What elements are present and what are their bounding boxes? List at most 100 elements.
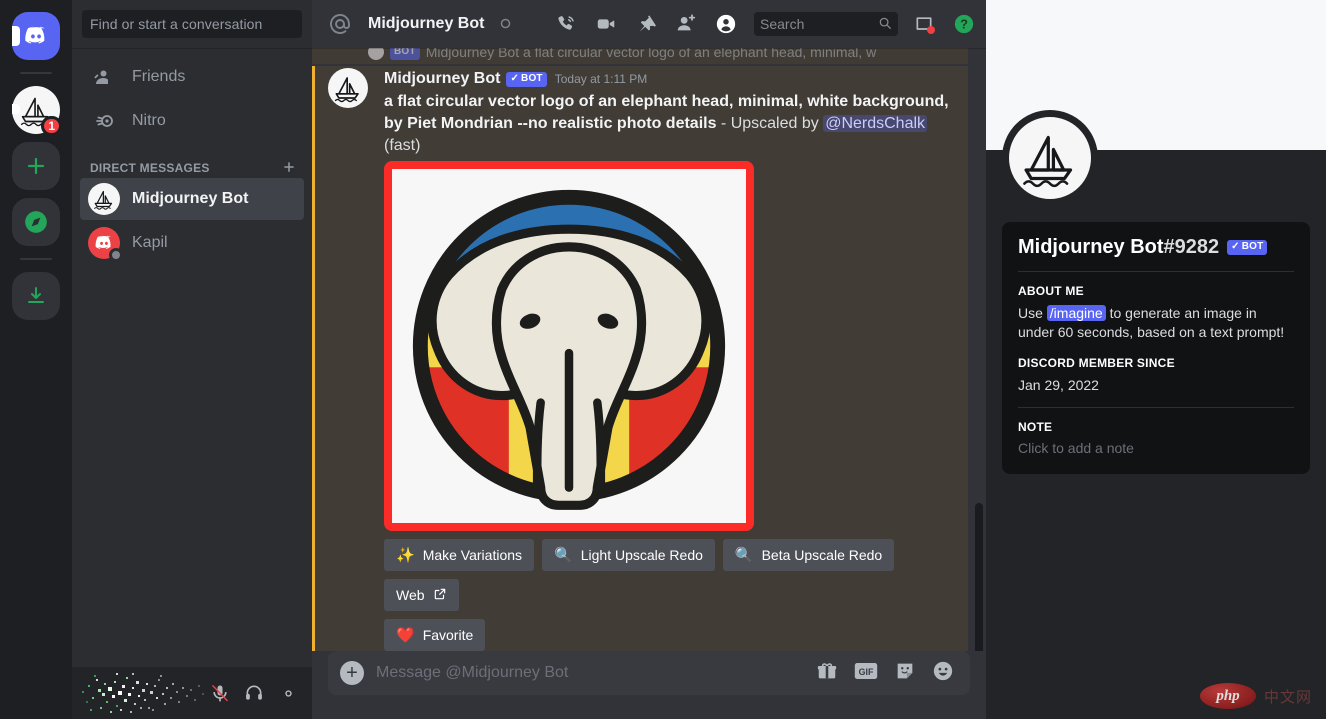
search-input[interactable]: Search: [754, 12, 898, 36]
sparkles-icon: ✨: [396, 546, 415, 564]
profile-discriminator: #9282: [1163, 236, 1220, 258]
reply-reference-partial: BOT Midjourney Bot a flat circular vecto…: [312, 48, 968, 64]
create-dm-plus-icon[interactable]: [282, 160, 296, 177]
reply-reference-text: Midjourney Bot a flat circular vector lo…: [425, 48, 877, 60]
sidebar-item-nitro[interactable]: Nitro: [80, 100, 304, 142]
dm-item-midjourney-bot[interactable]: Midjourney Bot: [80, 178, 304, 220]
server-rail: 1: [0, 0, 72, 719]
message-scroller[interactable]: BOT Midjourney Bot a flat circular vecto…: [312, 48, 986, 651]
reply-avatar: [368, 48, 384, 60]
message-scrollbar-thumb[interactable]: [975, 503, 983, 651]
person-add-icon[interactable]: [672, 12, 700, 36]
profile-card: Midjourney Bot#9282 ✓ BOT ABOUT ME Use /…: [1002, 222, 1310, 474]
dm-item-label: Midjourney Bot: [132, 190, 249, 207]
friends-icon: [88, 65, 120, 89]
server-rail-item-explore[interactable]: [12, 198, 60, 246]
at-icon: [328, 12, 352, 36]
profile-name-row: Midjourney Bot#9282 ✓ BOT: [1018, 236, 1294, 259]
svg-text:GIF: GIF: [859, 667, 874, 677]
composer-icons: GIF: [816, 660, 954, 687]
headphones-icon[interactable]: [238, 677, 270, 709]
dm-item-label: Kapil: [132, 234, 168, 251]
make-variations-button[interactable]: ✨ Make Variations: [384, 539, 535, 571]
elephant-logo-image: [412, 189, 726, 510]
bot-tag-label: BOT: [1241, 241, 1264, 252]
member-since-label: DISCORD MEMBER SINCE: [1018, 355, 1175, 370]
attachment-container: [384, 161, 952, 531]
inbox-icon[interactable]: [910, 12, 938, 36]
page-title: Midjourney Bot: [368, 15, 485, 32]
sidebar-item-friends[interactable]: Friends: [80, 56, 304, 98]
note-label: NOTE: [1018, 419, 1053, 434]
upscaled-by-text: - Upscaled by: [716, 115, 824, 132]
sticker-icon[interactable]: [894, 660, 916, 687]
attachment-image[interactable]: [384, 161, 754, 531]
video-camera-icon[interactable]: [592, 12, 620, 36]
avatar[interactable]: [1002, 110, 1098, 206]
gift-icon[interactable]: [816, 660, 838, 687]
inbox-unread-dot: [927, 26, 935, 34]
emoji-icon[interactable]: [932, 660, 954, 687]
about-pre: Use: [1018, 305, 1047, 321]
message-composer[interactable]: + Message @Midjourney Bot GIF: [328, 651, 970, 695]
rail-divider-2: [20, 258, 52, 260]
about-me-label: ABOUT ME: [1018, 284, 1084, 298]
server-rail-item-home[interactable]: [12, 12, 60, 60]
avatar[interactable]: [328, 68, 368, 108]
download-icon[interactable]: [12, 272, 60, 320]
plus-circle-icon[interactable]: +: [328, 651, 376, 695]
channel-header: Midjourney Bot Search ?: [312, 0, 986, 48]
pin-icon[interactable]: [632, 12, 660, 36]
user-profile-icon[interactable]: [712, 12, 740, 36]
beta-upscale-redo-button[interactable]: 🔍 Beta Upscale Redo: [722, 539, 895, 571]
check-icon: ✓: [510, 72, 520, 84]
favorite-button[interactable]: ❤️ Favorite: [384, 619, 486, 651]
watermark-brand: php: [1199, 683, 1256, 709]
user-mention[interactable]: @NerdsChalk: [823, 115, 928, 132]
discord-window: 1 Find or start a conversation Friends N…: [0, 0, 1326, 719]
home-active-pill: [12, 26, 20, 46]
server-rail-item-midjourney[interactable]: 1: [12, 86, 62, 136]
user-panel: [72, 667, 312, 719]
heart-icon: ❤️: [396, 626, 415, 644]
user-profile-panel: Midjourney Bot#9282 ✓ BOT ABOUT ME Use /…: [986, 0, 1326, 719]
server-rail-item-add-server[interactable]: [12, 142, 60, 190]
sidebar-item-label: Nitro: [132, 112, 166, 129]
reply-bot-tag: BOT: [390, 48, 420, 60]
external-link-icon: [433, 587, 447, 604]
offline-circle-icon: [500, 17, 511, 32]
button-label: Beta Upscale Redo: [761, 547, 883, 563]
compass-icon[interactable]: [12, 198, 60, 246]
message-midjourney-upscale: Midjourney Bot ✓ BOT Today at 1:11 PM a …: [312, 66, 968, 651]
imagine-command-chip: /imagine: [1046, 305, 1106, 321]
message-author[interactable]: Midjourney Bot: [384, 70, 500, 88]
member-since-value: Jan 29, 2022: [1018, 376, 1099, 393]
button-label: Light Upscale Redo: [580, 547, 703, 563]
web-link-button[interactable]: Web: [384, 579, 459, 611]
dm-search-container: Find or start a conversation: [72, 0, 312, 48]
bot-verified-badge: ✓ BOT: [1227, 240, 1268, 255]
about-me-value: Use /imagine to generate an image in und…: [1018, 304, 1294, 342]
dm-item-kapil[interactable]: Kapil: [80, 222, 304, 264]
phone-call-icon[interactable]: [552, 12, 580, 36]
action-buttons-row-2: Web: [384, 579, 952, 611]
light-upscale-redo-button[interactable]: 🔍 Light Upscale Redo: [542, 539, 715, 571]
avatar: [88, 227, 123, 262]
plus-icon[interactable]: [12, 142, 60, 190]
dm-sidebar: Find or start a conversation Friends Nit…: [72, 0, 312, 719]
gear-icon[interactable]: [272, 677, 304, 709]
help-circle-icon[interactable]: ?: [950, 12, 978, 36]
message-timestamp: Today at 1:11 PM: [554, 72, 648, 86]
server-rail-item-download[interactable]: [12, 272, 60, 320]
button-label: Make Variations: [422, 547, 523, 563]
note-input[interactable]: Click to add a note: [1018, 440, 1294, 456]
message-input[interactable]: Message @Midjourney Bot: [376, 664, 816, 682]
profile-username: Midjourney Bot#9282: [1018, 236, 1220, 258]
status-badge-offline: [109, 248, 123, 262]
action-buttons-row-1: ✨ Make Variations 🔍 Light Upscale Redo 🔍…: [384, 539, 952, 571]
sidebar-item-label: Friends: [132, 68, 186, 85]
gif-icon[interactable]: GIF: [854, 661, 878, 686]
find-conversation-input[interactable]: Find or start a conversation: [82, 10, 302, 38]
magnifier-icon: 🔍: [734, 546, 754, 564]
button-label: Web: [396, 587, 425, 603]
